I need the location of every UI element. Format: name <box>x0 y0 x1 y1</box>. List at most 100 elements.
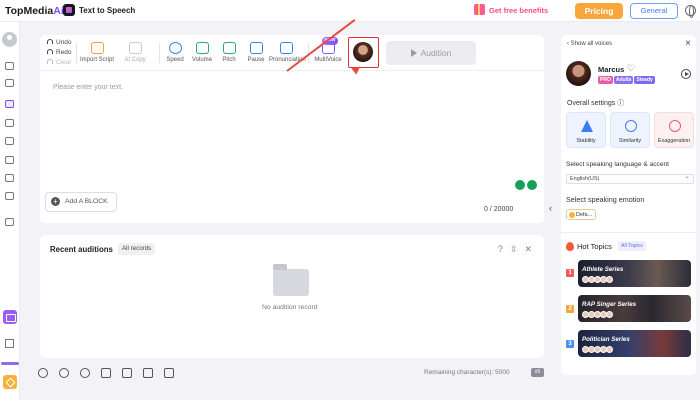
image-icon[interactable] <box>142 368 153 378</box>
history-icon[interactable] <box>79 368 90 378</box>
top-bar: TopMediaAi Text to Speech Get free benef… <box>0 0 700 22</box>
topic-card-athlete[interactable]: Athlete Series <box>578 260 691 287</box>
exaggeration-icon <box>669 120 681 132</box>
general-button[interactable]: General <box>630 3 678 19</box>
language-label: Select speaking language & accent <box>566 161 670 168</box>
audition-button[interactable]: Audition <box>386 41 476 65</box>
left-sidebar <box>0 22 20 400</box>
divider <box>561 232 696 233</box>
copy-icon[interactable] <box>5 137 14 145</box>
language-select[interactable]: English(US) <box>566 172 694 184</box>
all-topics-button[interactable]: All Topics <box>618 241 646 251</box>
play-sample-icon[interactable] <box>681 69 691 79</box>
pause-button[interactable]: Pause <box>239 42 273 63</box>
topic-card-rap-singer[interactable]: RAP Singer Series <box>578 295 691 322</box>
empty-folder-icon <box>273 264 309 296</box>
add-block-button[interactable]: + Add A BLOCK <box>45 192 117 212</box>
toolbar-divider <box>76 43 77 63</box>
gift-icon[interactable] <box>474 4 485 15</box>
help-icon[interactable]: ? <box>498 244 503 254</box>
overall-settings-label: Overall settings ⓘ <box>567 100 625 107</box>
topic-card-politician[interactable]: Politician Series <box>578 330 691 357</box>
grammarly-icon[interactable] <box>527 180 537 190</box>
pin-icon[interactable] <box>515 180 525 190</box>
character-count: 0 / 20000 <box>484 206 514 213</box>
thumb-up-icon[interactable] <box>100 368 111 378</box>
free-benefits-link[interactable]: Get free benefits <box>489 6 548 15</box>
redo-icon <box>47 49 53 54</box>
show-all-voices-link[interactable]: ‹ Show all voices <box>567 41 612 47</box>
voice-name: Marcus <box>598 65 625 74</box>
multivoice-button[interactable]: MultiVoice <box>311 42 345 63</box>
stability-card[interactable]: Stability <box>566 112 606 148</box>
clear-button[interactable]: Clear <box>47 59 72 66</box>
play-icon <box>410 49 417 57</box>
topic-avatars <box>582 311 613 320</box>
swap-icon[interactable] <box>5 192 14 200</box>
all-records-button[interactable]: All records <box>118 243 156 255</box>
recent-actions: ? ⇳ ✕ <box>491 244 532 255</box>
pause-icon <box>249 42 263 54</box>
info-icon[interactable]: ⓘ <box>617 100 624 107</box>
mic-icon[interactable] <box>5 156 14 164</box>
hot-topics-title: Hot Topics <box>577 242 612 251</box>
globe-icon[interactable] <box>685 5 696 18</box>
editor-panel: Undo Redo Clear Import Script AI Copy Sp… <box>40 35 544 223</box>
store-icon[interactable] <box>5 218 14 226</box>
similarity-icon <box>625 120 637 132</box>
similarity-card[interactable]: Similarity <box>610 112 650 148</box>
text-input[interactable]: Please enter your text. <box>53 84 123 91</box>
calendar-icon[interactable] <box>3 310 17 324</box>
emotion-chip[interactable]: Defa... <box>566 209 596 220</box>
cube-icon[interactable] <box>5 62 14 70</box>
emotion-label: Select speaking emotion <box>566 195 645 204</box>
voice-panel: ‹ Show all voices × Marcus ♡ PRO Adults St… <box>561 35 696 375</box>
thumbs-icon[interactable] <box>121 368 132 378</box>
collapse-chevron-icon[interactable]: ‹ <box>549 203 552 213</box>
selected-voice-button[interactable] <box>348 37 379 68</box>
pricing-button[interactable]: Pricing <box>575 3 623 19</box>
close-icon[interactable]: ✕ <box>524 244 532 254</box>
topic-label: Athlete Series <box>582 266 624 273</box>
fire-icon <box>566 242 574 251</box>
voice-avatar-icon <box>353 42 373 62</box>
plus-icon: + <box>51 197 60 206</box>
clear-icon <box>47 59 53 64</box>
redo-button[interactable]: Redo <box>47 49 72 56</box>
ai-copy-icon <box>128 42 142 54</box>
remaining-characters: Remaining character(s): 5000 <box>424 369 510 376</box>
bottom-toolbar <box>38 368 183 380</box>
app-title: Text to Speech <box>79 6 136 15</box>
sidebar-progress <box>1 362 19 365</box>
diamond-icon[interactable] <box>3 375 17 389</box>
rank-badge: 2 <box>566 305 574 313</box>
grid-icon[interactable] <box>5 339 14 348</box>
expand-icon[interactable]: ⇳ <box>510 244 518 254</box>
heart-icon[interactable] <box>58 368 69 378</box>
favorite-heart-icon[interactable]: ♡ <box>627 63 635 74</box>
speed-icon <box>168 42 182 54</box>
letter-a-icon[interactable] <box>163 368 174 378</box>
recent-auditions-panel: Recent auditions All records ? ⇳ ✕ No audi… <box>40 235 544 358</box>
folder-open-icon <box>90 42 104 54</box>
volume-icon <box>195 42 209 54</box>
music-icon[interactable] <box>5 119 14 127</box>
topic-avatars <box>582 276 613 285</box>
undo-button[interactable]: Undo <box>47 39 72 46</box>
user-avatar-icon[interactable] <box>2 32 17 47</box>
tag-pro: PRO <box>598 76 613 84</box>
pen-icon[interactable] <box>5 174 14 182</box>
import-script-button[interactable]: Import Script <box>80 42 114 63</box>
pronunciation-icon <box>279 42 293 54</box>
person-voice-icon[interactable] <box>38 368 48 378</box>
ai-copy-button[interactable]: AI Copy <box>118 42 152 63</box>
rank-badge: 1 <box>566 269 574 277</box>
close-panel-icon[interactable]: × <box>685 38 691 49</box>
exaggeration-card[interactable]: Exaggeration <box>654 112 694 148</box>
stability-icon <box>581 120 593 132</box>
tag-adults: Adults <box>613 76 634 84</box>
folder-icon[interactable] <box>5 79 14 87</box>
voice-icon[interactable] <box>5 100 14 108</box>
rank-badge: 3 <box>566 340 574 348</box>
app-logo[interactable]: TopMediaAi <box>5 5 64 17</box>
